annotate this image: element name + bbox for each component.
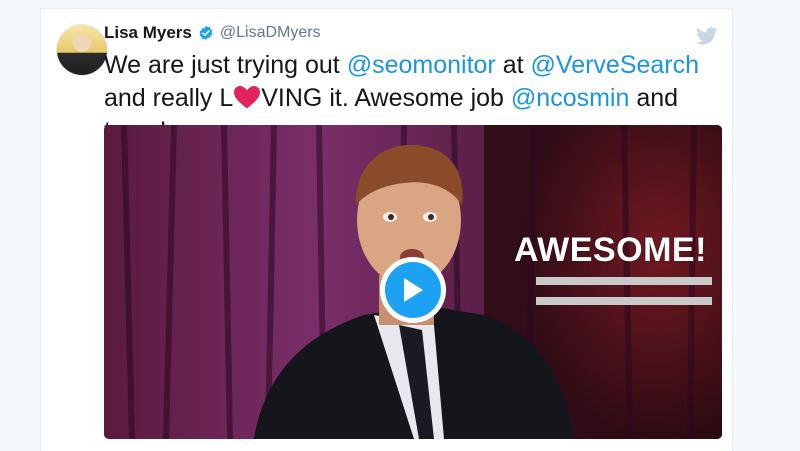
gif-caption-bar xyxy=(536,297,712,305)
tweet-text-segment: VING it. Awesome job xyxy=(261,84,511,112)
heart-icon xyxy=(234,86,261,109)
author-name[interactable]: Lisa Myers xyxy=(104,23,192,43)
gif-overlay-text: AWESOME! xyxy=(514,231,707,269)
mention-link-ncosmin[interactable]: @ncosmin xyxy=(511,84,629,112)
mention-link-vervesearch[interactable]: @VerveSearch xyxy=(531,51,700,79)
tweet-text-segment: at xyxy=(495,51,531,79)
tweet-text-segment: We are just trying out xyxy=(104,51,347,79)
twitter-bird-icon[interactable] xyxy=(696,27,718,45)
play-icon xyxy=(385,262,441,318)
avatar[interactable] xyxy=(56,24,108,76)
media-gif[interactable]: AWESOME! xyxy=(104,125,722,439)
play-button[interactable] xyxy=(380,257,446,323)
tweet-header: Lisa Myers @LisaDMyers xyxy=(104,23,321,43)
author-handle[interactable]: @LisaDMyers xyxy=(220,24,321,42)
mention-link-seomonitor[interactable]: @seomonitor xyxy=(347,51,496,79)
gif-caption-bar xyxy=(536,277,712,285)
tweet-text-segment: and really L xyxy=(104,84,234,112)
verified-badge-icon xyxy=(199,26,213,40)
tweet-card: Lisa Myers @LisaDMyers We are just tryin… xyxy=(40,8,733,451)
